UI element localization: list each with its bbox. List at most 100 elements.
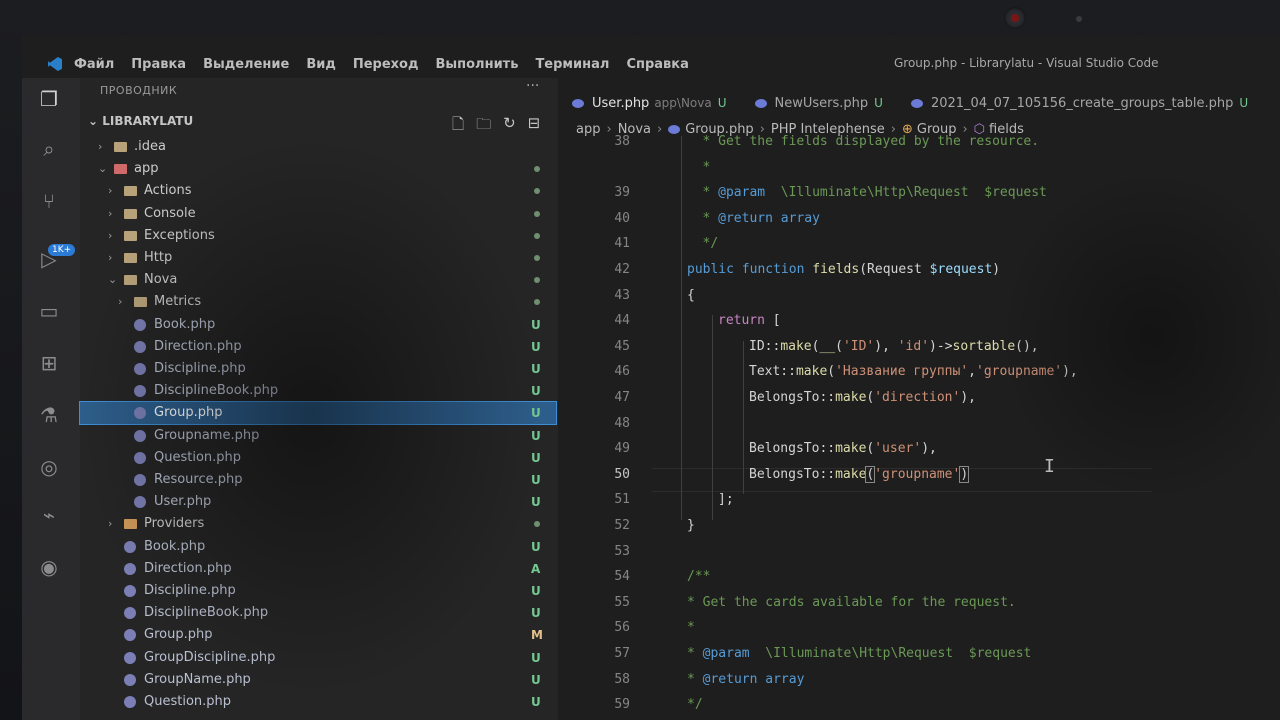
tree-item[interactable]: Groupname.php U <box>80 425 556 447</box>
line-number: 52 <box>614 518 630 533</box>
line-number: 43 <box>614 287 630 303</box>
source-control-icon[interactable]: ⑂ <box>36 188 62 214</box>
code-token: 'Название группы' <box>835 364 969 380</box>
tree-item[interactable]: › Http <box>80 247 556 269</box>
tree-item[interactable]: Question.php U <box>80 447 556 469</box>
code-token: } <box>687 518 695 533</box>
tab-label: 2021_04_07_105156_create_groups_table.ph… <box>930 95 1234 111</box>
tree-item[interactable]: Group.php M <box>80 624 556 646</box>
line-number: 49 <box>614 441 630 457</box>
explorer-icon[interactable]: ❐ <box>36 86 62 112</box>
tree-item-label: .idea <box>134 139 166 154</box>
tree-item[interactable]: › Metrics <box>80 291 556 313</box>
git-status-badge: U <box>531 539 541 554</box>
workspace-root[interactable]: ⌄ LIBRARYLATU <box>88 114 193 128</box>
tree-item[interactable]: User.php U <box>80 491 556 513</box>
tree-item[interactable]: DisciplineBook.php U <box>80 380 556 402</box>
menu-go[interactable]: Переход <box>353 57 419 72</box>
tree-item[interactable]: Book.php U <box>80 536 556 558</box>
tree-item[interactable]: DisciplineBook.php U <box>80 602 556 624</box>
code-token: make <box>835 466 867 482</box>
tree-item[interactable]: Discipline.php U <box>80 358 556 380</box>
code-token: BelongsTo:: <box>749 390 836 405</box>
git-status-badge: A <box>531 561 541 576</box>
git-status-badge: U <box>531 672 541 687</box>
code-line: * <box>687 620 695 635</box>
live-share-icon[interactable]: ⌁ <box>36 502 62 528</box>
code-token: fields <box>812 262 860 277</box>
php-file-icon <box>668 125 681 134</box>
code-line: BelongsTo::make('direction'), <box>749 390 976 405</box>
explorer-sidebar: ПРОВОДНИК ··· ⌄ LIBRARYLATU 🗋 🗀 ↻ ⊟ › .id… <box>79 78 558 720</box>
menu-selection[interactable]: Выделение <box>203 57 289 72</box>
menu-help[interactable]: Справка <box>626 57 688 72</box>
tree-item[interactable]: Discipline.php U <box>80 580 556 602</box>
menu-edit[interactable]: Правка <box>131 57 186 72</box>
php-file-icon <box>134 340 146 353</box>
code-line: ]; <box>718 492 734 507</box>
remote-explorer-icon[interactable]: ▭ <box>36 298 62 324</box>
tab-migration-php[interactable]: 2021_04_07_105156_create_groups_table.ph… <box>897 90 1262 116</box>
line-number: 48 <box>614 415 630 431</box>
tree-item[interactable]: › Actions <box>80 180 556 202</box>
tree-item-label: Exceptions <box>144 227 215 243</box>
tree-item[interactable]: › .idea <box>80 136 556 158</box>
git-status-badge: U <box>531 384 541 399</box>
tree-item[interactable]: Group.php U <box>79 401 557 426</box>
git-status-badge: U <box>531 428 541 443</box>
line-number: 53 <box>614 543 630 559</box>
menu-terminal[interactable]: Терминал <box>535 57 609 72</box>
tree-item[interactable]: GroupDiscipline.php U <box>80 647 556 669</box>
git-status-badge: U <box>531 406 541 421</box>
tree-item-label: Question.php <box>154 449 242 465</box>
tree-item[interactable]: Direction.php U <box>80 336 556 358</box>
tree-item-label: Direction.php <box>144 560 232 576</box>
code-token: \Illuminate\Http\Request $request <box>765 185 1047 201</box>
chevron-right-icon: › <box>108 228 113 242</box>
github-icon[interactable]: ◉ <box>36 554 62 580</box>
git-status-badge: U <box>531 317 541 332</box>
tree-item[interactable]: › Exceptions <box>80 225 556 247</box>
extensions-icon[interactable]: ⊞ <box>36 350 62 376</box>
more-actions-button[interactable]: ··· <box>526 78 539 94</box>
code-token: @return <box>718 210 773 226</box>
code-token: make <box>835 441 867 457</box>
testing-icon[interactable]: ⚗ <box>36 402 62 428</box>
code-token: ), <box>1062 364 1078 380</box>
code-token: array <box>780 210 820 226</box>
code-token: * <box>702 185 719 201</box>
tree-item-label: Direction.php <box>154 338 242 354</box>
menu-view[interactable]: Вид <box>306 57 336 72</box>
tab-user-php[interactable]: User.php app\Nova U <box>558 90 741 116</box>
tree-item[interactable]: ⌄ app <box>80 158 556 180</box>
tab-newusers-php[interactable]: NewUsers.php U <box>741 90 897 116</box>
line-number: 40 <box>614 210 630 226</box>
search-icon[interactable]: ⌕ <box>36 136 62 162</box>
tree-item[interactable]: Direction.php A <box>80 558 556 580</box>
tab-status: U <box>1239 96 1249 110</box>
php-file-icon <box>134 363 146 375</box>
tree-item[interactable]: ⌄ Nova <box>80 269 556 291</box>
run-debug-icon[interactable]: ▷ <box>36 246 62 272</box>
tab-status: U <box>874 96 883 110</box>
menu-run[interactable]: Выполнить <box>435 57 518 72</box>
tree-item-label: Book.php <box>144 538 206 554</box>
tree-item[interactable]: Resource.php U <box>80 469 556 491</box>
tree-item[interactable]: › Console <box>80 203 556 225</box>
tree-item[interactable]: Question.php U <box>80 691 556 713</box>
tree-item-label: Actions <box>144 183 192 199</box>
line-number: 42 <box>614 262 630 277</box>
php-file-icon <box>124 585 136 597</box>
tree-item[interactable]: GroupName.php U <box>80 669 556 691</box>
code-token: \Illuminate\Http\Request $request <box>749 646 1032 661</box>
code-line: BelongsTo::make('user'), <box>749 441 937 456</box>
tree-item[interactable]: › Providers <box>80 513 556 535</box>
docker-icon[interactable]: ◎ <box>36 454 62 480</box>
code-token: @param <box>718 185 766 201</box>
git-status-badge: U <box>531 450 541 465</box>
folder-icon <box>124 519 137 530</box>
tree-item-label: Providers <box>144 516 205 532</box>
tab-label: NewUsers.php <box>774 95 869 111</box>
menu-file[interactable]: Файл <box>74 57 114 72</box>
tree-item[interactable]: Book.php U <box>80 314 556 336</box>
